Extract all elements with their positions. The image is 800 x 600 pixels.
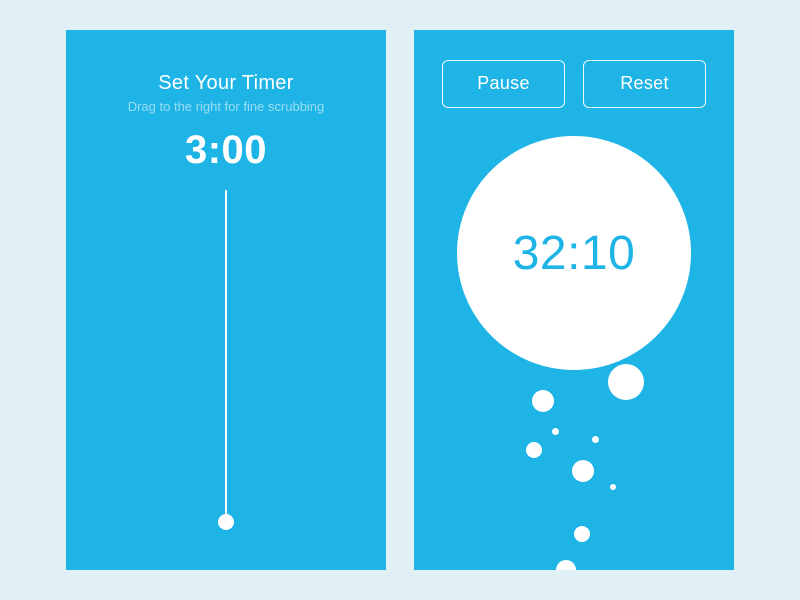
drip-dot-icon (526, 442, 542, 458)
timer-bubble: 32:10 (457, 136, 691, 370)
timer-set-value: 3:00 (66, 128, 386, 173)
timer-remaining-value: 32:10 (513, 226, 636, 281)
drip-dot-icon (556, 560, 576, 570)
drip-dot-icon (608, 364, 644, 400)
drip-dot-icon (610, 484, 616, 490)
pause-button[interactable]: Pause (442, 60, 565, 108)
reset-button[interactable]: Reset (583, 60, 706, 108)
bubble-visual: 32:10 (414, 136, 734, 570)
drip-dot-icon (592, 436, 599, 443)
drip-dot-icon (552, 428, 559, 435)
timer-title: Set Your Timer (66, 72, 386, 95)
button-row: Pause Reset (414, 30, 734, 108)
drip-dot-icon (532, 390, 554, 412)
slider-thumb[interactable] (218, 514, 234, 530)
slider-track (225, 190, 227, 522)
timer-instruction: Drag to the right for fine scrubbing (66, 99, 386, 114)
timer-running-screen: Pause Reset 32:10 (414, 30, 734, 570)
timer-set-screen: Set Your Timer Drag to the right for fin… (66, 30, 386, 570)
timer-set-header: Set Your Timer Drag to the right for fin… (66, 30, 386, 173)
drip-dot-icon (572, 460, 594, 482)
drip-dot-icon (574, 526, 590, 542)
